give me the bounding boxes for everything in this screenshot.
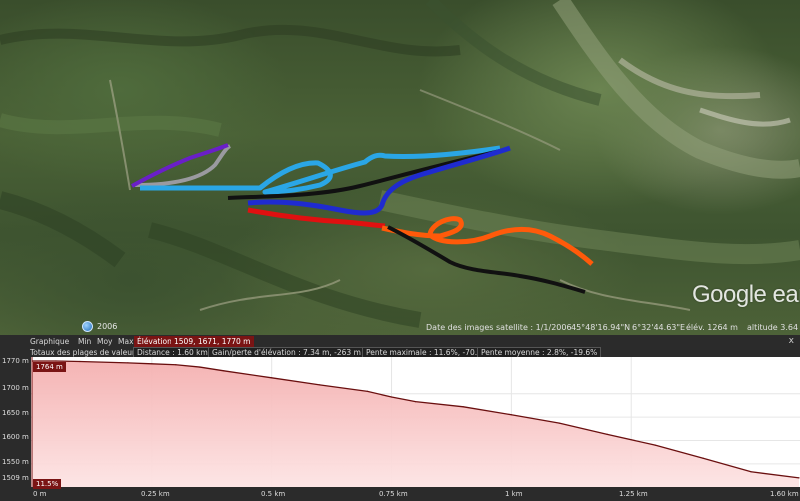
elevation-point xyxy=(510,414,512,416)
elevation-point xyxy=(462,406,465,408)
elevation-point xyxy=(558,422,560,424)
profile-menu-row: Graphique Min Moy Max Élévation 1509, 16… xyxy=(0,336,800,347)
elevation-point xyxy=(127,362,129,364)
latitude-readout: 45°48'16.94"N xyxy=(571,323,631,332)
y-tick-label: 1600 m xyxy=(2,433,29,441)
elevation-point xyxy=(79,360,81,363)
altitude-readout: altitude 3.64 km xyxy=(747,323,800,332)
y-tick-label: 1509 m xyxy=(2,474,29,482)
min-option[interactable]: Min xyxy=(78,336,91,347)
imagery-date: Date des images satellite : 1/1/2006 xyxy=(426,323,572,332)
avg-option[interactable]: Moy xyxy=(97,336,113,347)
trail-gray[interactable] xyxy=(134,144,232,187)
elevation-point xyxy=(366,390,369,392)
terrain-texture xyxy=(0,0,800,328)
elevation-point xyxy=(750,471,752,473)
y-tick-label: 1770 m xyxy=(2,357,29,365)
elevation-point xyxy=(702,457,704,459)
elevation-point xyxy=(223,370,225,372)
elevation-point xyxy=(319,384,321,386)
map-overlay xyxy=(0,0,800,328)
elevation-option[interactable]: Élévation xyxy=(134,336,175,347)
elevation-point xyxy=(606,433,608,435)
close-profile-button[interactable]: x xyxy=(789,336,794,346)
y-tick-label: 1650 m xyxy=(2,409,29,417)
x-tick-label: 0.75 km xyxy=(379,490,408,498)
elevation-values: 1509, 1671, 1770 m xyxy=(171,336,254,347)
x-tick-label: 1 km xyxy=(505,490,523,498)
satellite-map[interactable]: Google earth 2006 Date des images satell… xyxy=(0,0,800,335)
x-tick-label: 0 m xyxy=(33,490,47,498)
elevation-point xyxy=(175,364,177,366)
map-statusbar: Date des images satellite : 1/1/2006 45°… xyxy=(0,323,800,335)
elevation-point xyxy=(199,366,201,368)
google-earth-logo: Google earth xyxy=(692,281,800,308)
elevation-chart[interactable] xyxy=(31,357,800,487)
max-option[interactable]: Max xyxy=(118,336,134,347)
google-earth-window: Google earth 2006 Date des images satell… xyxy=(0,0,800,501)
cursor-slope-label: 11.5% xyxy=(33,479,62,489)
longitude-readout: 6°32'44.63"E xyxy=(632,323,686,332)
elevation-point xyxy=(654,444,656,446)
x-tick-label: 0.5 km xyxy=(261,490,286,498)
x-tick-label: 1.60 km xyxy=(770,490,799,498)
elevation-point xyxy=(390,396,393,398)
elevation-readout: élév. 1264 m xyxy=(686,323,738,332)
elevation-point xyxy=(151,363,153,365)
cursor-elevation-label: 1764 m xyxy=(33,362,66,372)
y-tick-label: 1700 m xyxy=(2,384,29,392)
x-tick-label: 1.25 km xyxy=(619,490,648,498)
elevation-point xyxy=(271,377,273,379)
elevation-point xyxy=(798,477,800,479)
y-tick-label: 1550 m xyxy=(2,458,29,466)
elevation-chart-svg xyxy=(31,357,800,487)
graph-menu[interactable]: Graphique xyxy=(30,336,69,347)
elevation-area xyxy=(32,361,799,487)
elevation-point xyxy=(414,401,417,403)
x-tick-label: 0.25 km xyxy=(141,490,170,498)
